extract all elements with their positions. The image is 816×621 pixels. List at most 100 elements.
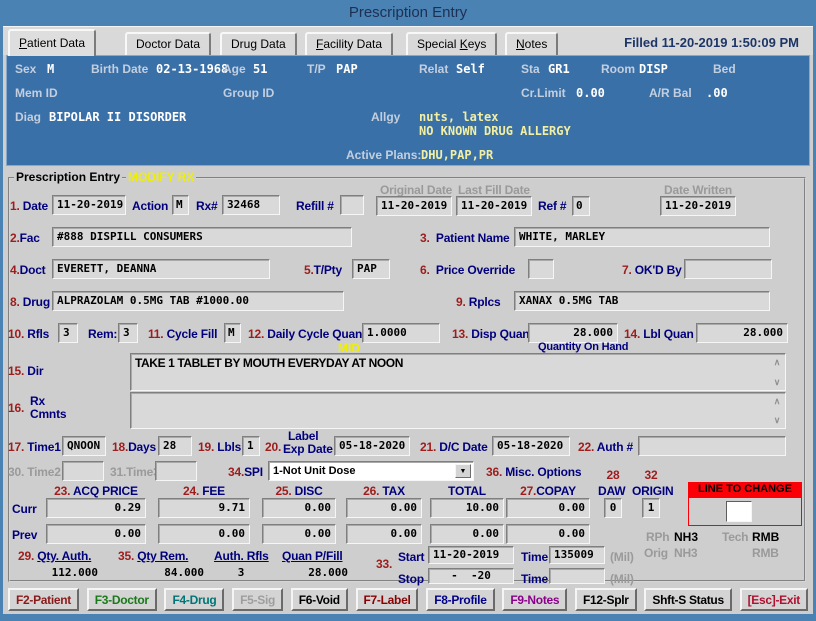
birth-date-label: Birth Date: [91, 62, 149, 76]
orig-tech-value: RMB: [752, 546, 779, 560]
doctor-field[interactable]: EVERETT, DEANNA: [52, 259, 270, 279]
f4-drug-button[interactable]: F4-Drug: [164, 588, 225, 611]
rx-number-field[interactable]: 32468: [222, 195, 280, 215]
refills-field[interactable]: 3: [58, 323, 78, 343]
curr-disc-field[interactable]: 0.00: [262, 498, 336, 518]
date-label: Date: [22, 199, 48, 213]
cycle-fill-field[interactable]: M: [224, 323, 241, 343]
orig-rph-value: NH3: [674, 546, 698, 560]
facility-field[interactable]: #888 DISPILL CONSUMERS: [52, 227, 352, 247]
disp-quan-field[interactable]: 28.000: [528, 323, 618, 343]
labels-field[interactable]: 1: [242, 436, 260, 456]
action-field[interactable]: M: [172, 195, 189, 215]
days-field[interactable]: 28: [158, 436, 192, 456]
daw-header: DAW: [598, 484, 626, 498]
tab-notes[interactable]: Notes: [505, 32, 559, 55]
f2-patient-button[interactable]: F2-Patient: [8, 588, 80, 611]
curr-acq-price-field[interactable]: 0.29: [46, 498, 146, 518]
spi-select[interactable]: 1-Not Unit Dose ▼: [268, 461, 474, 481]
allergy-value-2: NO KNOWN DRUG ALLERGY: [419, 124, 571, 138]
daw-field[interactable]: 0: [604, 498, 622, 518]
rem-field: 3: [118, 323, 138, 343]
time1-field[interactable]: QNOON: [62, 436, 106, 456]
date-field[interactable]: 11-20-2019: [52, 195, 126, 215]
directions-textarea[interactable]: TAKE 1 TABLET BY MOUTH EVERYDAY AT NOON …: [130, 353, 786, 391]
original-date-label: Original Date: [380, 183, 453, 197]
stop-time-label: Time: [521, 572, 548, 586]
lbls-label: Lbls: [217, 440, 242, 454]
f8-profile-button[interactable]: F8-Profile: [426, 588, 495, 611]
lbl-quan-label: Lbl Quan: [643, 327, 694, 341]
dc-date-number: 21.: [420, 440, 437, 454]
origin-field[interactable]: 1: [642, 498, 660, 518]
drug-label: Drug: [22, 295, 50, 309]
curr-row-label: Curr: [12, 502, 37, 516]
start-date-field[interactable]: 11-20-2019: [428, 546, 514, 564]
tpty-field[interactable]: PAP: [352, 259, 390, 279]
replaces-field[interactable]: XANAX 0.5MG TAB: [514, 291, 770, 311]
start-time-field[interactable]: 135009: [549, 546, 605, 564]
okd-by-field[interactable]: [684, 259, 772, 279]
fac-label: Fac: [19, 231, 40, 245]
scroll-down-icon[interactable]: ∨: [771, 415, 783, 425]
f7-label-button[interactable]: F7-Label: [355, 588, 419, 611]
esc-exit-button[interactable]: [Esc]-Exit: [739, 588, 808, 611]
tpty-number: 5.: [304, 263, 314, 277]
f3-doctor-button[interactable]: F3-Doctor: [86, 588, 157, 611]
f12-splr-button[interactable]: F12-Splr: [575, 588, 637, 611]
rx-comments-label-2: Cmnts: [30, 407, 67, 421]
time3-field: [155, 461, 197, 481]
chevron-down-icon[interactable]: ▼: [455, 464, 471, 478]
f6-void-button[interactable]: F6-Void: [290, 588, 348, 611]
tax-header: TAX: [382, 484, 405, 498]
prev-tax-field: 0.00: [346, 524, 422, 544]
auth-number-field[interactable]: [638, 436, 786, 456]
start-label: Start: [398, 550, 425, 564]
tab-facility-data[interactable]: Facility Data: [305, 32, 394, 55]
rx-comments-textarea[interactable]: ∧ ∨: [130, 392, 786, 429]
start-stop-number: 33.: [376, 557, 393, 571]
scroll-up-icon[interactable]: ∧: [771, 396, 783, 406]
lbl-quan-field[interactable]: 28.000: [696, 323, 788, 343]
spi-label: SPI: [244, 465, 263, 479]
fee-number: 24.: [183, 484, 200, 498]
rfls-label: Rfls: [27, 327, 50, 341]
patient-name-field[interactable]: WHITE, MARLEY: [514, 227, 770, 247]
disp-quan-label: Disp Quan: [471, 327, 530, 341]
stop-date-field[interactable]: - -20: [428, 568, 514, 584]
scroll-up-icon[interactable]: ∧: [771, 357, 783, 367]
ar-balance-value: .00: [706, 86, 728, 100]
qty-auth-value: 112.000: [51, 566, 98, 579]
daw-number: 28: [606, 468, 620, 482]
refill-field[interactable]: [340, 195, 364, 215]
time1-number: 17.: [8, 440, 25, 454]
curr-total-field[interactable]: 10.00: [430, 498, 504, 518]
daily-cycle-quan-field[interactable]: 1.0000: [362, 323, 440, 343]
drug-field[interactable]: ALPRAZOLAM 0.5MG TAB #1000.00: [52, 291, 344, 311]
price-override-field[interactable]: [528, 259, 554, 279]
scroll-down-icon[interactable]: ∨: [771, 377, 783, 387]
tab-patient-data[interactable]: Patient Data: [8, 29, 97, 56]
rfls-number: 10.: [8, 327, 25, 341]
spi-selected-value: 1-Not Unit Dose: [273, 465, 356, 477]
sex-value: M: [47, 62, 55, 76]
time2-number: 30.: [8, 465, 25, 479]
f9-notes-button[interactable]: F9-Notes: [502, 588, 568, 611]
room-label: Room: [601, 62, 635, 76]
tab-label: otes: [524, 37, 548, 51]
label-exp-date-field[interactable]: 05-18-2020: [334, 436, 410, 456]
curr-fee-field[interactable]: 9.71: [158, 498, 250, 518]
stop-time-field[interactable]: [549, 568, 605, 584]
tab-doctor-data[interactable]: Doctor Data: [125, 32, 212, 55]
time3-number: 31.: [110, 465, 127, 479]
dc-date-field[interactable]: 05-18-2020: [492, 436, 570, 456]
line-to-change-input[interactable]: [726, 501, 752, 522]
curr-tax-field[interactable]: 0.00: [346, 498, 422, 518]
tab-label: Doctor Data: [136, 37, 201, 51]
tab-drug-data[interactable]: Drug Data: [220, 32, 297, 55]
shft-s-status-button[interactable]: Shft-S Status: [644, 588, 732, 611]
curr-copay-field[interactable]: 0.00: [506, 498, 590, 518]
quantity-on-hand-label: Quantity On Hand: [538, 341, 629, 353]
doct-label: Doct: [19, 263, 46, 277]
tab-special-keys[interactable]: Special Keys: [406, 32, 498, 55]
